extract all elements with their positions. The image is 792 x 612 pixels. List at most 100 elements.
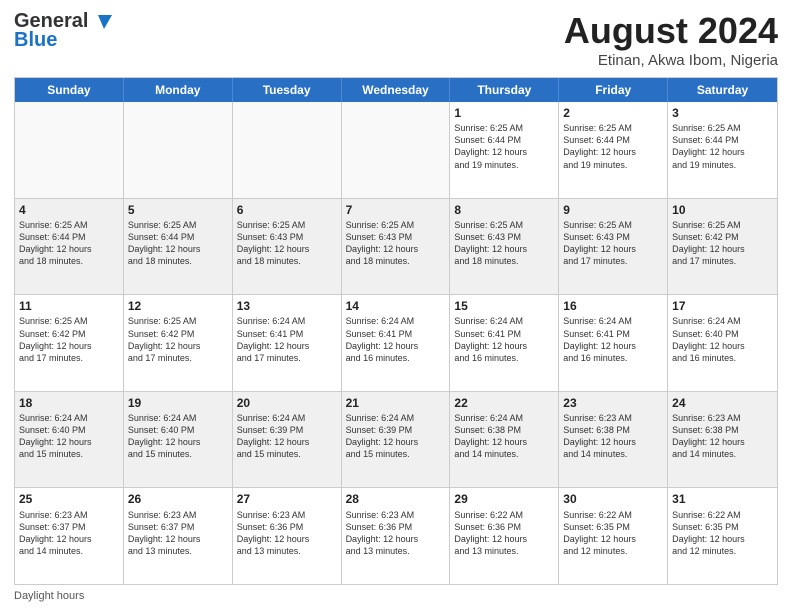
cell-info: Sunrise: 6:22 AM Sunset: 6:35 PM Dayligh…: [563, 509, 663, 558]
day-number: 9: [563, 202, 663, 218]
cell-info: Sunrise: 6:25 AM Sunset: 6:42 PM Dayligh…: [19, 315, 119, 364]
cell-info: Sunrise: 6:24 AM Sunset: 6:41 PM Dayligh…: [346, 315, 446, 364]
cell-info: Sunrise: 6:25 AM Sunset: 6:43 PM Dayligh…: [563, 219, 663, 268]
day-number: 4: [19, 202, 119, 218]
calendar-cell: 4Sunrise: 6:25 AM Sunset: 6:44 PM Daylig…: [15, 199, 124, 295]
calendar-cell: 3Sunrise: 6:25 AM Sunset: 6:44 PM Daylig…: [668, 102, 777, 198]
calendar-header-cell: Wednesday: [342, 78, 451, 102]
cell-info: Sunrise: 6:25 AM Sunset: 6:44 PM Dayligh…: [128, 219, 228, 268]
day-number: 6: [237, 202, 337, 218]
day-number: 31: [672, 491, 773, 507]
cell-info: Sunrise: 6:22 AM Sunset: 6:36 PM Dayligh…: [454, 509, 554, 558]
calendar-row: 11Sunrise: 6:25 AM Sunset: 6:42 PM Dayli…: [15, 295, 777, 392]
day-number: 29: [454, 491, 554, 507]
day-number: 28: [346, 491, 446, 507]
logo: General Blue: [14, 10, 112, 52]
logo-icon: [90, 13, 112, 31]
cell-info: Sunrise: 6:24 AM Sunset: 6:39 PM Dayligh…: [237, 412, 337, 461]
calendar-cell: 28 Sunrise: 6:23 AM Sunset: 6:36 PM Dayli…: [342, 488, 451, 584]
calendar-cell: 30 Sunrise: 6:22 AM Sunset: 6:35 PM Dayli…: [559, 488, 668, 584]
calendar-cell: [124, 102, 233, 198]
cell-info: Sunrise: 6:23 AM Sunset: 6:37 PM Dayligh…: [128, 509, 228, 558]
footer: Daylight hours: [14, 590, 778, 602]
calendar-cell: 2Sunrise: 6:25 AM Sunset: 6:44 PM Daylig…: [559, 102, 668, 198]
calendar-header: SundayMondayTuesdayWednesdayThursdayFrid…: [15, 78, 777, 102]
calendar-cell: 23Sunrise: 6:23 AM Sunset: 6:38 PM Dayli…: [559, 392, 668, 488]
cell-info: Sunrise: 6:25 AM Sunset: 6:42 PM Dayligh…: [128, 315, 228, 364]
calendar-cell: 1Sunrise: 6:25 AM Sunset: 6:44 PM Daylig…: [450, 102, 559, 198]
page-container: General Blue August 2024 Etinan, Akwa Ib…: [0, 0, 792, 612]
calendar-cell: 29 Sunrise: 6:22 AM Sunset: 6:36 PM Dayli…: [450, 488, 559, 584]
day-number: 30: [563, 491, 663, 507]
day-number: 23: [563, 395, 663, 411]
page-title: August 2024: [564, 10, 778, 52]
day-number: 13: [237, 298, 337, 314]
cell-info: Sunrise: 6:24 AM Sunset: 6:40 PM Dayligh…: [128, 412, 228, 461]
calendar-cell: 16Sunrise: 6:24 AM Sunset: 6:41 PM Dayli…: [559, 295, 668, 391]
cell-info: Sunrise: 6:23 AM Sunset: 6:36 PM Dayligh…: [237, 509, 337, 558]
day-number: 16: [563, 298, 663, 314]
calendar-cell: 15Sunrise: 6:24 AM Sunset: 6:41 PM Dayli…: [450, 295, 559, 391]
calendar-cell: 10Sunrise: 6:25 AM Sunset: 6:42 PM Dayli…: [668, 199, 777, 295]
calendar-row: 4 Sunrise: 6:25 AM Sunset: 6:44 PM Daylig…: [15, 199, 777, 296]
calendar-cell: 18Sunrise: 6:24 AM Sunset: 6:40 PM Dayli…: [15, 392, 124, 488]
calendar-cell: 6Sunrise: 6:25 AM Sunset: 6:43 PM Daylig…: [233, 199, 342, 295]
calendar-row: 18Sunrise: 6:24 AM Sunset: 6:40 PM Dayli…: [15, 392, 777, 489]
calendar-cell: 25 Sunrise: 6:23 AM Sunset: 6:37 PM Dayli…: [15, 488, 124, 584]
cell-info: Sunrise: 6:23 AM Sunset: 6:37 PM Dayligh…: [19, 509, 119, 558]
calendar-row: 25 Sunrise: 6:23 AM Sunset: 6:37 PM Dayli…: [15, 488, 777, 584]
calendar-cell: 8Sunrise: 6:25 AM Sunset: 6:43 PM Daylig…: [450, 199, 559, 295]
calendar-cell: [233, 102, 342, 198]
cell-info: Sunrise: 6:24 AM Sunset: 6:40 PM Dayligh…: [672, 315, 773, 364]
calendar-header-cell: Friday: [559, 78, 668, 102]
calendar-cell: 11Sunrise: 6:25 AM Sunset: 6:42 PM Dayli…: [15, 295, 124, 391]
logo-blue: Blue: [14, 29, 57, 52]
day-number: 7: [346, 202, 446, 218]
cell-info: Sunrise: 6:25 AM Sunset: 6:43 PM Dayligh…: [346, 219, 446, 268]
day-number: 25: [19, 491, 119, 507]
cell-info: Sunrise: 6:24 AM Sunset: 6:41 PM Dayligh…: [563, 315, 663, 364]
day-number: 26: [128, 491, 228, 507]
cell-info: Sunrise: 6:24 AM Sunset: 6:39 PM Dayligh…: [346, 412, 446, 461]
page-header: General Blue August 2024 Etinan, Akwa Ib…: [14, 10, 778, 69]
calendar-cell: 21Sunrise: 6:24 AM Sunset: 6:39 PM Dayli…: [342, 392, 451, 488]
calendar-header-cell: Tuesday: [233, 78, 342, 102]
cell-info: Sunrise: 6:25 AM Sunset: 6:43 PM Dayligh…: [454, 219, 554, 268]
calendar-cell: 12Sunrise: 6:25 AM Sunset: 6:42 PM Dayli…: [124, 295, 233, 391]
calendar-cell: 5Sunrise: 6:25 AM Sunset: 6:44 PM Daylig…: [124, 199, 233, 295]
cell-info: Sunrise: 6:25 AM Sunset: 6:44 PM Dayligh…: [454, 122, 554, 171]
cell-info: Sunrise: 6:24 AM Sunset: 6:41 PM Dayligh…: [454, 315, 554, 364]
calendar-cell: [342, 102, 451, 198]
day-number: 20: [237, 395, 337, 411]
calendar-body: 1Sunrise: 6:25 AM Sunset: 6:44 PM Daylig…: [15, 102, 777, 584]
day-number: 18: [19, 395, 119, 411]
cell-info: Sunrise: 6:24 AM Sunset: 6:40 PM Dayligh…: [19, 412, 119, 461]
calendar-cell: 20Sunrise: 6:24 AM Sunset: 6:39 PM Dayli…: [233, 392, 342, 488]
cell-info: Sunrise: 6:23 AM Sunset: 6:36 PM Dayligh…: [346, 509, 446, 558]
calendar-cell: 14Sunrise: 6:24 AM Sunset: 6:41 PM Dayli…: [342, 295, 451, 391]
cell-info: Sunrise: 6:22 AM Sunset: 6:35 PM Dayligh…: [672, 509, 773, 558]
calendar-cell: 31 Sunrise: 6:22 AM Sunset: 6:35 PM Dayli…: [668, 488, 777, 584]
calendar: SundayMondayTuesdayWednesdayThursdayFrid…: [14, 77, 778, 585]
calendar-cell: 22Sunrise: 6:24 AM Sunset: 6:38 PM Dayli…: [450, 392, 559, 488]
day-number: 8: [454, 202, 554, 218]
calendar-row: 1Sunrise: 6:25 AM Sunset: 6:44 PM Daylig…: [15, 102, 777, 199]
day-number: 27: [237, 491, 337, 507]
calendar-header-cell: Saturday: [668, 78, 777, 102]
title-block: August 2024 Etinan, Akwa Ibom, Nigeria: [564, 10, 778, 69]
day-number: 1: [454, 105, 554, 121]
day-number: 3: [672, 105, 773, 121]
day-number: 5: [128, 202, 228, 218]
calendar-cell: [15, 102, 124, 198]
calendar-cell: 26 Sunrise: 6:23 AM Sunset: 6:37 PM Dayli…: [124, 488, 233, 584]
calendar-cell: 7Sunrise: 6:25 AM Sunset: 6:43 PM Daylig…: [342, 199, 451, 295]
calendar-cell: 9Sunrise: 6:25 AM Sunset: 6:43 PM Daylig…: [559, 199, 668, 295]
day-number: 21: [346, 395, 446, 411]
calendar-header-cell: Monday: [124, 78, 233, 102]
cell-info: Sunrise: 6:24 AM Sunset: 6:38 PM Dayligh…: [454, 412, 554, 461]
day-number: 2: [563, 105, 663, 121]
cell-info: Sunrise: 6:25 AM Sunset: 6:44 PM Dayligh…: [563, 122, 663, 171]
cell-info: Sunrise: 6:25 AM Sunset: 6:43 PM Dayligh…: [237, 219, 337, 268]
cell-info: Sunrise: 6:25 AM Sunset: 6:44 PM Dayligh…: [672, 122, 773, 171]
calendar-cell: 24Sunrise: 6:23 AM Sunset: 6:38 PM Dayli…: [668, 392, 777, 488]
